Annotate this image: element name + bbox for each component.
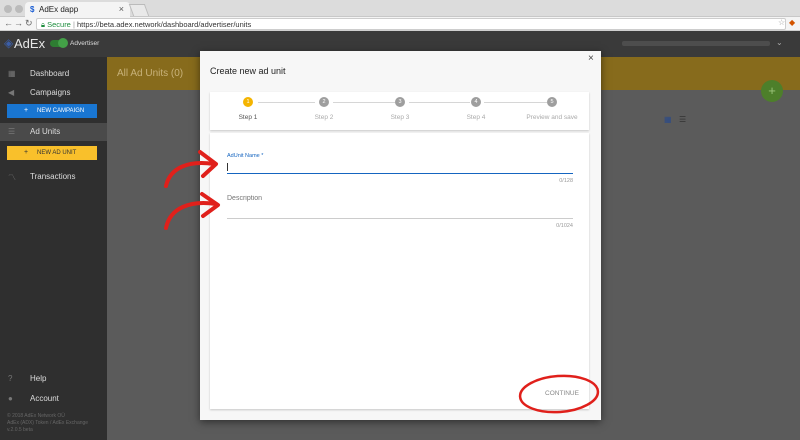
step-4-indicator[interactable]: 4	[471, 97, 481, 107]
sidebar-footer: © 2018 AdEx Network OÜ AdEx (ADX) Token …	[7, 413, 107, 434]
sidebar-item-campaigns[interactable]: ◀ Campaigns	[0, 84, 107, 102]
step-5-label: Preview and save	[526, 114, 578, 121]
new-ad-unit-label: NEW AD UNIT	[37, 150, 77, 156]
dialog-title: Create new ad unit	[210, 66, 286, 76]
url-text: https://beta.adex.network/dashboard/adve…	[77, 20, 252, 29]
name-char-counter: 0/128	[559, 178, 573, 184]
reload-icon[interactable]: ↻	[25, 18, 33, 29]
forward-icon[interactable]: →	[14, 18, 23, 28]
sidebar-item-label: Campaigns	[30, 88, 71, 97]
list-icon: ☰	[8, 127, 16, 136]
ad-unit-name-input[interactable]	[227, 161, 573, 174]
favicon-icon: $	[30, 5, 35, 14]
footer-line: © 2018 AdEx Network OÜ	[7, 413, 65, 419]
footer-line: AdEx (ADX) Token / AdEx Exchange	[7, 420, 89, 426]
new-campaign-label: NEW CAMPAIGN	[37, 108, 85, 114]
list-view-icon[interactable]: ☰	[679, 115, 686, 124]
ad-unit-name-label: AdUnit Name *	[227, 153, 264, 159]
grid-icon: ▦	[8, 69, 16, 78]
tab-close-icon[interactable]: ×	[119, 4, 124, 14]
account-address[interactable]	[622, 41, 770, 46]
step-4-label: Step 4	[466, 114, 486, 121]
sidebar-item-label: Help	[30, 374, 47, 383]
role-toggle-knob[interactable]	[58, 38, 68, 48]
plus-icon: +	[24, 107, 29, 114]
new-ad-unit-button[interactable]: + NEW AD UNIT	[7, 146, 97, 160]
description-input[interactable]	[227, 195, 573, 219]
footer-line: v.2.0.5 beta	[7, 427, 33, 433]
step-connector	[409, 102, 470, 103]
tab-title: AdEx dapp	[39, 5, 79, 14]
bookmark-star-icon[interactable]: ☆	[778, 18, 785, 27]
sidebar-item-transactions[interactable]: 〽 Transactions	[0, 168, 107, 186]
help-icon: ?	[8, 374, 13, 383]
step-3-indicator[interactable]: 3	[395, 97, 405, 107]
step-5-indicator[interactable]: 5	[547, 97, 557, 107]
window-close-dot[interactable]	[4, 5, 12, 13]
megaphone-icon: ◀	[8, 88, 15, 97]
chart-icon: 〽	[8, 173, 16, 182]
step-connector	[484, 102, 547, 103]
sidebar-item-label: Ad Units	[30, 127, 61, 136]
ad-unit-form	[210, 133, 589, 409]
sidebar-item-label: Dashboard	[30, 69, 70, 78]
step-2-label: Step 2	[314, 114, 334, 121]
sidebar-item-ad-units[interactable]: ☰ Ad Units	[0, 123, 107, 141]
app-logo: AdEx	[14, 36, 46, 51]
continue-button[interactable]: CONTINUE	[537, 386, 587, 400]
step-2-indicator[interactable]: 2	[319, 97, 329, 107]
grid-view-icon[interactable]: ▦	[664, 115, 672, 124]
sidebar-item-dashboard[interactable]: ▦ Dashboard	[0, 65, 107, 83]
page-title: All Ad Units (0)	[117, 68, 184, 79]
sidebar-item-account[interactable]: ● Account	[0, 390, 107, 408]
close-icon[interactable]: ×	[588, 53, 594, 64]
lock-icon: 🔒︎	[41, 20, 45, 29]
new-campaign-button[interactable]: + NEW CAMPAIGN	[7, 104, 97, 118]
step-connector	[258, 102, 315, 103]
add-fab-button[interactable]: +	[761, 80, 783, 102]
adex-logo-icon: ◈	[4, 36, 14, 50]
step-1-indicator[interactable]: 1	[243, 97, 253, 107]
text-caret	[227, 163, 228, 171]
role-label: Advertiser	[70, 40, 100, 47]
secure-label: Secure	[47, 20, 71, 29]
plus-icon: +	[24, 149, 29, 156]
back-icon[interactable]: ←	[4, 18, 13, 28]
step-3-label: Step 3	[390, 114, 410, 121]
step-1-label: Step 1	[238, 114, 258, 121]
account-icon: ●	[8, 394, 13, 403]
sidebar-item-label: Transactions	[30, 172, 76, 181]
description-char-counter: 0/1024	[556, 223, 573, 229]
url-field[interactable]: 🔒︎ Secure | https://beta.adex.network/da…	[36, 18, 786, 30]
window-minimize-dot[interactable]	[15, 5, 23, 13]
sidebar-item-label: Account	[30, 394, 59, 403]
chevron-down-icon[interactable]: ⌄	[776, 38, 783, 47]
extension-fox-icon[interactable]: ◆	[789, 18, 795, 27]
step-connector	[333, 102, 395, 103]
sidebar-item-help[interactable]: ? Help	[0, 370, 107, 388]
browser-tab[interactable]: $ AdEx dapp ×	[25, 2, 130, 17]
